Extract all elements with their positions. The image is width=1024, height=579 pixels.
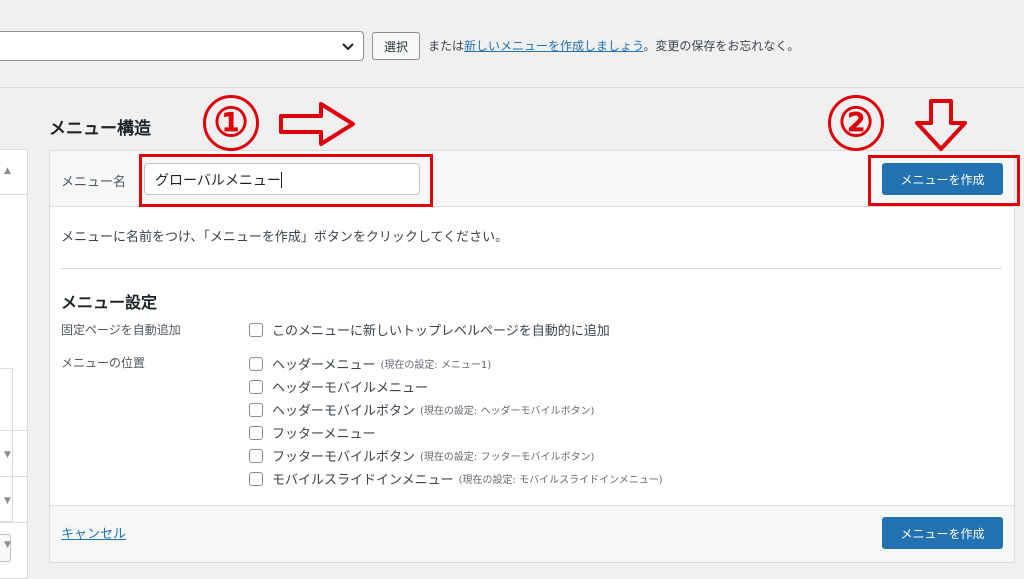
select-button[interactable]: 選択 <box>372 32 420 60</box>
cancel-link[interactable]: キャンセル <box>61 523 126 542</box>
create-menu-button-bottom[interactable]: メニューを作成 <box>882 517 1003 549</box>
location-name: モバイルスライドインメニュー <box>272 473 454 488</box>
hint-text-after: 。変更の保存をお忘れなく。 <box>643 39 800 53</box>
panel-divider <box>0 194 27 195</box>
annotation-step1-number: ① <box>213 99 249 146</box>
location-name: ヘッダーモバイルメニュー <box>272 381 429 396</box>
page-title: メニュー構造 <box>49 119 151 139</box>
menu-instructions: メニューに名前をつけ、「メニューを作成」ボタンをクリックしてください。 <box>61 230 509 245</box>
menu-select-dropdown[interactable] <box>0 31 364 61</box>
location-current-setting: (現在の設定: メニュー1) <box>380 360 492 371</box>
location-checkbox[interactable] <box>249 425 263 440</box>
location-name: ヘッダーメニュー <box>272 358 376 373</box>
location-option[interactable]: フッターモバイルボタン (現在の設定: フッターモバイルボタン) <box>249 446 594 465</box>
menu-name-label: メニュー名 <box>61 175 127 190</box>
location-name: フッターメニュー <box>272 427 376 442</box>
auto-add-option-label: このメニューに新しいトップレベルページを自動的に追加 <box>272 324 610 339</box>
top-divider <box>0 87 1024 88</box>
location-current-setting: (現在の設定: モバイルスライドインメニュー) <box>458 475 663 486</box>
auto-add-pages-option[interactable]: このメニューに新しいトップレベルページを自動的に追加 <box>249 320 610 339</box>
annotation-step2-number: ② <box>838 99 874 146</box>
menu-structure-box: メニュー名 グローバルメニュー メニューを作成 メニューに名前をつけ、「メニュー… <box>49 150 1015 563</box>
menu-locations-label: メニューの位置 <box>61 356 146 370</box>
annotation-highlight-create-button <box>868 155 1020 206</box>
location-checkbox[interactable] <box>249 471 263 486</box>
location-option[interactable]: ヘッダーモバイルメニュー <box>249 377 433 396</box>
location-checkbox[interactable] <box>249 448 263 463</box>
collapse-arrow-icon[interactable]: ▲ <box>4 166 11 176</box>
hint-text-before: または <box>428 39 465 53</box>
location-name: フッターモバイルボタン <box>272 450 416 465</box>
menu-select-row: 選択 または新しいメニューを作成しましょう。変更の保存をお忘れなく。 <box>0 0 1024 88</box>
chevron-down-icon <box>342 43 354 51</box>
arrow-down-icon <box>915 99 967 151</box>
location-checkbox[interactable] <box>249 379 263 394</box>
menu-footer: キャンセル メニューを作成 <box>50 505 1014 562</box>
panel-divider <box>0 430 27 431</box>
expand-arrow-icon[interactable]: ▼ <box>4 540 11 550</box>
location-option[interactable]: フッターメニュー <box>249 423 380 442</box>
create-new-menu-link[interactable]: 新しいメニューを作成しましょう <box>464 39 643 53</box>
annotation-highlight-name-field <box>139 154 433 207</box>
location-current-setting: (現在の設定: フッターモバイルボタン) <box>420 452 595 463</box>
auto-add-pages-label: 固定ページを自動追加 <box>61 323 181 337</box>
menu-settings-title: メニュー設定 <box>61 293 158 312</box>
location-option[interactable]: ヘッダーメニュー (現在の設定: メニュー1) <box>249 354 491 373</box>
location-name: ヘッダーモバイルボタン <box>272 404 416 419</box>
section-divider <box>61 268 1002 269</box>
expand-arrow-icon[interactable]: ▼ <box>4 450 11 460</box>
arrow-right-icon <box>279 102 355 146</box>
create-menu-hint: または新しいメニューを作成しましょう。変更の保存をお忘れなく。 <box>428 37 799 54</box>
location-checkbox[interactable] <box>249 356 263 371</box>
location-checkbox[interactable] <box>249 402 263 417</box>
auto-add-checkbox[interactable] <box>249 322 263 337</box>
location-current-setting: (現在の設定: ヘッダーモバイルボタン) <box>420 406 595 417</box>
add-menu-items-panel: ▲ ▼ ▼ ▼ <box>0 149 28 579</box>
location-option[interactable]: ヘッダーモバイルボタン (現在の設定: ヘッダーモバイルボタン) <box>249 400 594 419</box>
expand-arrow-icon[interactable]: ▼ <box>4 496 11 506</box>
location-option[interactable]: モバイルスライドインメニュー (現在の設定: モバイルスライドインメニュー) <box>249 469 663 488</box>
panel-divider <box>0 476 27 477</box>
panel-divider <box>0 522 27 523</box>
